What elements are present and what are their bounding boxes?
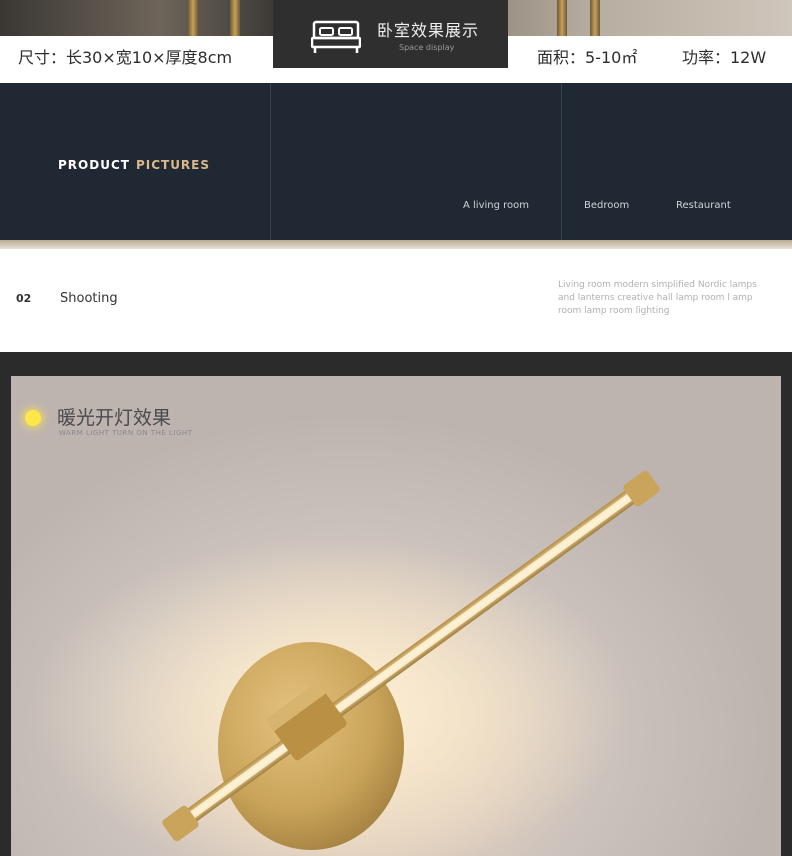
lamp-pole [188,0,198,36]
photo-caption-subtitle: WARM LIGHT TURN ON THE LIGHT [59,429,193,437]
badge-title: 卧室效果展示 [377,21,480,40]
lamp-pole [557,0,567,36]
room-link-living[interactable]: A living room [463,200,529,211]
photo-caption-title: 暖光开灯效果 [57,407,172,429]
product-pictures-title: PRODUCT PICTURES [58,158,210,172]
photo-frame: 暖光开灯效果 WARM LIGHT TURN ON THE LIGHT [0,352,792,856]
wall-lamp-illustration [31,470,660,856]
spec-area: 面积：5-10㎡ [537,48,638,67]
gold-band [0,240,792,249]
warm-light-indicator [25,410,41,426]
section-description: Living room modern simplified Nordic lam… [558,280,757,316]
panel-divider [270,83,271,240]
bedroom-display-badge: 卧室效果展示 Space display [273,0,508,68]
spec-power: 功率：12W [682,48,767,67]
badge-subtitle: Space display [399,43,455,52]
spec-size: 尺寸：长30×宽10×厚度8cm [18,48,233,67]
room-link-restaurant[interactable]: Restaurant [676,200,731,211]
lamp-photo: 暖光开灯效果 WARM LIGHT TURN ON THE LIGHT [11,376,781,856]
title-accent: PICTURES [135,158,211,172]
title-primary: PRODUCT [58,158,130,172]
room-link-bedroom[interactable]: Bedroom [584,200,629,211]
section-number: 02 [16,292,32,305]
panel-divider [561,83,562,240]
lamp-pole [590,0,600,36]
product-pictures-panel: PRODUCT PICTURES A living room Bedroom Re… [0,83,792,240]
lamp-pole [230,0,240,36]
section-label: Shooting [60,291,118,306]
bed-icon [311,20,361,53]
